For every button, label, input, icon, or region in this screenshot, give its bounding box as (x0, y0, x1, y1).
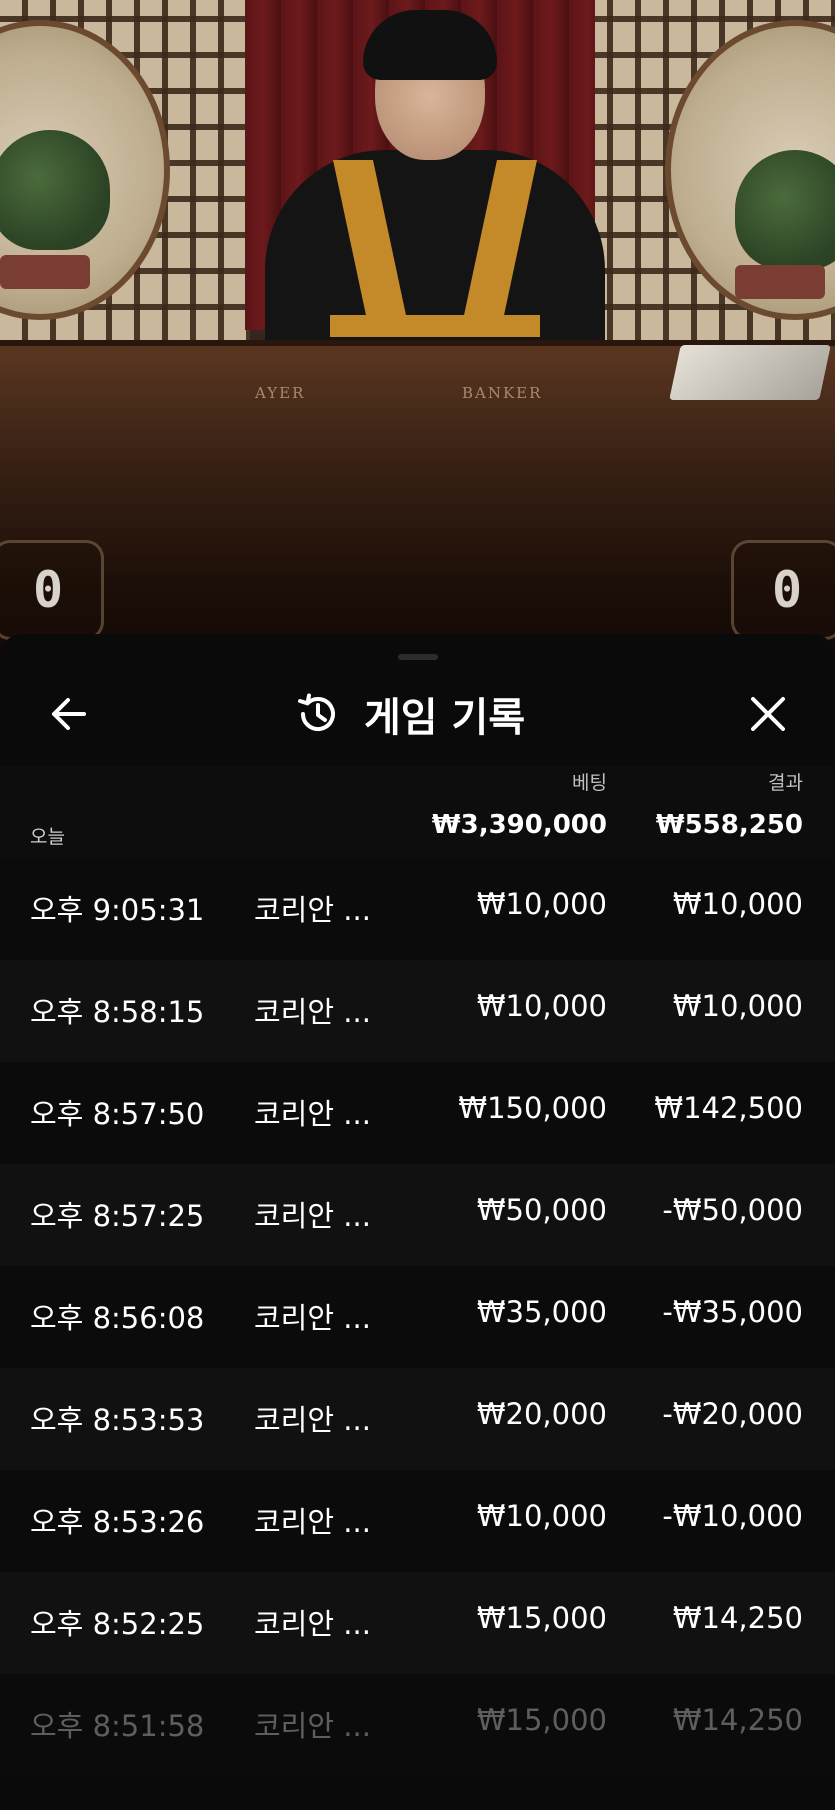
player-score: 0 (32, 561, 64, 619)
row-result: ₩142,500 (654, 1091, 803, 1125)
pot-right (735, 265, 825, 299)
history-row[interactable]: 오후 8:56:08 코리안 ... ₩35,000 -₩35,000 (0, 1266, 835, 1368)
history-row[interactable]: 오후 9:05:31 코리안 ... ₩10,000 ₩10,000 (0, 858, 835, 960)
row-result: -₩50,000 (662, 1193, 803, 1227)
history-list: 오후 9:05:31 코리안 ... ₩10,000 ₩10,000 오후 8:… (0, 858, 835, 1776)
column-header-result: 결과 (768, 772, 803, 794)
row-game: 코리안 ... (254, 1607, 371, 1641)
row-time: 오후 8:58:15 (30, 995, 205, 1029)
row-time: 오후 8:57:25 (30, 1199, 205, 1233)
close-icon (751, 697, 785, 731)
player-score-box: 0 (0, 540, 104, 640)
back-button[interactable] (38, 684, 98, 744)
row-result: -₩10,000 (662, 1499, 803, 1533)
banker-score-box: 0 (731, 540, 835, 640)
card-shoe (669, 345, 831, 400)
row-bet: ₩35,000 (476, 1295, 607, 1329)
page-title: 게임 기록 (364, 695, 526, 741)
row-result: -₩20,000 (662, 1397, 803, 1431)
close-button[interactable] (738, 684, 798, 744)
row-game: 코리안 ... (254, 1403, 371, 1437)
row-game: 코리안 ... (254, 1505, 371, 1539)
summary-total-result: ₩558,250 (655, 810, 803, 840)
daily-summary-row: 오늘 ₩3,390,000 ₩558,250 (0, 800, 835, 858)
row-time: 오후 8:53:26 (30, 1505, 205, 1539)
row-bet: ₩15,000 (476, 1703, 607, 1737)
row-result: ₩10,000 (672, 989, 803, 1023)
column-headers: 베팅 결과 (0, 766, 835, 800)
row-time: 오후 9:05:31 (30, 893, 205, 927)
row-time: 오후 8:52:25 (30, 1607, 205, 1641)
row-time: 오후 8:51:58 (30, 1709, 205, 1743)
row-bet: ₩150,000 (458, 1091, 607, 1125)
row-bet: ₩10,000 (476, 887, 607, 921)
history-row[interactable]: 오후 8:53:53 코리안 ... ₩20,000 -₩20,000 (0, 1368, 835, 1470)
history-row[interactable]: 오후 8:58:15 코리안 ... ₩10,000 ₩10,000 (0, 960, 835, 1062)
history-row[interactable]: 오후 8:52:25 코리안 ... ₩15,000 ₩14,250 (0, 1572, 835, 1674)
row-game: 코리안 ... (254, 893, 371, 927)
row-bet: ₩50,000 (476, 1193, 607, 1227)
row-game: 코리안 ... (254, 1199, 371, 1233)
row-result: ₩10,000 (672, 887, 803, 921)
row-game: 코리안 ... (254, 1709, 371, 1743)
row-result: -₩35,000 (662, 1295, 803, 1329)
row-bet: ₩20,000 (476, 1397, 607, 1431)
bonsai-left (0, 130, 110, 250)
history-row[interactable]: 오후 8:53:26 코리안 ... ₩10,000 -₩10,000 (0, 1470, 835, 1572)
table-label-banker: BANKER (462, 384, 543, 402)
history-row[interactable]: 오후 8:57:50 코리안 ... ₩150,000 ₩142,500 (0, 1062, 835, 1164)
row-bet: ₩10,000 (476, 989, 607, 1023)
history-icon (298, 693, 335, 731)
row-game: 코리안 ... (254, 1097, 371, 1131)
row-bet: ₩15,000 (476, 1601, 607, 1635)
sheet-header: 게임 기록 (0, 634, 835, 766)
row-result: ₩14,250 (672, 1601, 803, 1635)
game-history-sheet: 게임 기록 베팅 결과 오늘 ₩3,390,000 ₩558,250 오후 9:… (0, 634, 835, 1810)
row-time: 오후 8:57:50 (30, 1097, 205, 1131)
row-game: 코리안 ... (254, 995, 371, 1029)
live-video: AYER BANKER 0 0 (0, 0, 835, 660)
row-result: ₩14,250 (672, 1703, 803, 1737)
row-time: 오후 8:56:08 (30, 1301, 205, 1335)
column-header-bet: 베팅 (572, 772, 607, 794)
arrow-left-icon (52, 698, 86, 730)
row-time: 오후 8:53:53 (30, 1403, 205, 1437)
pot-left (0, 255, 90, 289)
table-label-player: AYER (255, 384, 306, 402)
summary-total-bet: ₩3,390,000 (431, 810, 607, 840)
row-bet: ₩10,000 (476, 1499, 607, 1533)
sheet-title-group: 게임 기록 (294, 682, 525, 746)
dealer (255, 10, 615, 390)
summary-date-label: 오늘 (30, 826, 65, 848)
app-screen: AYER BANKER 0 0 게임 기록 베팅 결과 오늘 ₩3,390,00… (0, 0, 835, 1810)
history-row[interactable]: 오후 8:51:58 코리안 ... ₩15,000 ₩14,250 (0, 1674, 835, 1776)
row-game: 코리안 ... (254, 1301, 371, 1335)
history-row[interactable]: 오후 8:57:25 코리안 ... ₩50,000 -₩50,000 (0, 1164, 835, 1266)
banker-score: 0 (771, 561, 803, 619)
